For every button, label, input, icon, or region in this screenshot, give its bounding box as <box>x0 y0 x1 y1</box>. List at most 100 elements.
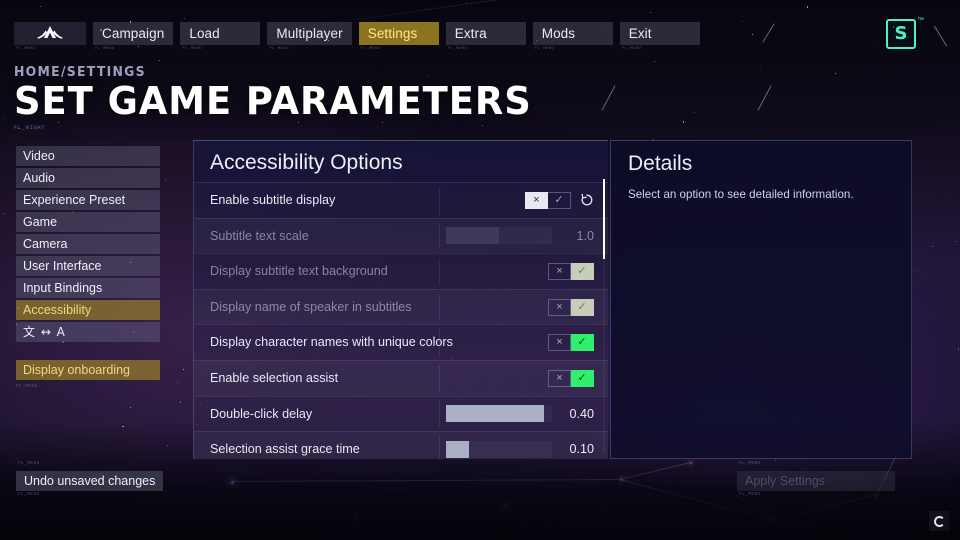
slider-double-click-delay[interactable] <box>446 405 552 423</box>
nav-item-multiplayer-tag: FL_MENU <box>269 47 289 51</box>
nav-item-mods[interactable]: Mods <box>532 22 613 45</box>
sidebar-item-accessibility[interactable]: Accessibility <box>16 300 160 320</box>
nav-item-extra-tag: FL_MENU <box>447 47 468 51</box>
reset-icon[interactable] <box>579 193 594 208</box>
slider-value: 0.40 <box>569 406 594 421</box>
row-divider-line <box>439 329 440 356</box>
sidebar-item-camera[interactable]: Camera <box>16 234 160 254</box>
option-row-display-subtitle-text-background[interactable]: Display subtitle text background × ✓ <box>194 253 608 289</box>
star-dot <box>806 6 809 8</box>
nav-item-exit-tag: FL_MENU <box>621 47 642 51</box>
option-row-enable-selection-assist[interactable]: Enable selection assist × ✓ <box>194 359 608 396</box>
slider-selection-assist-grace-time[interactable] <box>446 440 552 458</box>
toggle-display-subtitle-text-background[interactable]: × ✓ <box>548 262 594 280</box>
option-label: Enable subtitle display <box>210 193 336 207</box>
row-divider-line <box>439 222 440 250</box>
toggle-on-icon[interactable]: ✓ <box>548 191 571 209</box>
sidebar-item-game[interactable]: Game <box>16 212 160 232</box>
nav-item-exit-wrap: Exit FL_MENU <box>619 22 700 51</box>
toggle-off-icon[interactable]: × <box>548 262 571 280</box>
slider-subtitle-text-scale[interactable] <box>446 227 552 245</box>
option-row-enable-subtitle-display[interactable]: Enable subtitle display × ✓ <box>194 182 608 218</box>
toggle-on-icon[interactable]: ✓ <box>571 334 594 352</box>
loading-spinner-icon <box>929 511 949 531</box>
option-row-selection-assist-grace-time[interactable]: Selection assist grace time 0.10 <box>194 431 608 459</box>
toggle-off-icon[interactable]: × <box>548 369 571 387</box>
nav-item-extra-wrap: Extra FL_MENU <box>445 22 526 51</box>
toggle-on-icon[interactable]: ✓ <box>571 298 594 316</box>
options-scrollbar-thumb[interactable] <box>603 179 605 259</box>
option-label: Display name of speaker in subtitles <box>210 299 412 314</box>
undo-button-tag: FL_MENU <box>18 492 40 497</box>
sidebar-item-audio[interactable]: Audio <box>16 168 160 188</box>
star-dot <box>682 121 685 124</box>
option-row-display-name-of-speaker[interactable]: Display name of speaker in subtitles × ✓ <box>194 288 608 325</box>
nav-item-multiplayer-wrap: Multiplayer FL_MENU <box>267 22 352 51</box>
star-dot <box>449 52 451 54</box>
toggle-enable-subtitle-display[interactable]: × ✓ <box>525 191 571 209</box>
slider-value: 1.0 <box>576 228 594 243</box>
row-divider-line <box>439 436 440 459</box>
nav-item-settings-tag: FL_MENU <box>360 47 381 51</box>
toggle-enable-selection-assist[interactable]: × ✓ <box>548 369 594 387</box>
mountain-logo-icon <box>37 25 63 43</box>
nav-item-load[interactable]: Load <box>180 22 261 45</box>
row-divider-line <box>439 400 440 428</box>
star-dot <box>3 213 5 215</box>
row-divider-line <box>439 187 440 214</box>
star-dot <box>3 118 5 120</box>
star-dot <box>931 245 933 247</box>
option-row-display-character-names-unique-colors[interactable]: Display character names with unique colo… <box>194 324 608 360</box>
nav-item-load-tag: FL_MENU <box>182 47 202 51</box>
undo-unsaved-changes-button[interactable]: Undo unsaved changes FL_MENU FL_MENU <box>16 461 164 497</box>
sidebar-item-language-toggle[interactable]: 文 ↔ A <box>16 322 160 342</box>
star-dot <box>137 45 139 47</box>
nav-item-campaign[interactable]: Campaign <box>93 22 174 45</box>
toggle-display-character-names-unique-colors[interactable]: × ✓ <box>548 334 594 352</box>
details-panel-body: Select an option to see detailed informa… <box>628 188 854 201</box>
option-control: 0.40 <box>446 405 594 423</box>
options-scrollbar[interactable] <box>603 179 605 454</box>
toggle-on-icon[interactable]: ✓ <box>571 262 594 280</box>
option-label: Selection assist grace time <box>210 442 360 457</box>
toggle-display-name-of-speaker[interactable]: × ✓ <box>548 298 594 316</box>
undo-button-label: Undo unsaved changes <box>24 473 156 488</box>
nav-item-campaign-tag: FL_MENU <box>95 47 115 51</box>
toggle-on-icon[interactable]: ✓ <box>571 369 594 387</box>
toggle-off-icon[interactable]: × <box>548 334 571 352</box>
toggle-off-icon[interactable]: × <box>548 298 571 316</box>
nav-home-logo-button[interactable] <box>14 22 86 45</box>
option-label: Enable selection assist <box>210 370 339 385</box>
spinner-ring <box>933 515 945 527</box>
sidebar-item-display-onboarding[interactable]: Display onboarding <box>16 360 160 380</box>
sidebar-item-experience-preset[interactable]: Experience Preset <box>16 190 160 210</box>
nav-item-extra[interactable]: Extra <box>445 22 526 45</box>
option-control: 0.10 <box>446 440 594 458</box>
option-row-double-click-delay[interactable]: Double-click delay 0.40 <box>194 395 608 432</box>
star-dot <box>944 196 946 198</box>
option-row-subtitle-text-scale[interactable]: Subtitle text scale 1.0 <box>194 217 608 254</box>
accessibility-options-panel: Accessibility Options Enable subtitle di… <box>193 140 608 459</box>
apply-button-tag-top: FL_MENU <box>739 461 761 466</box>
option-control: × ✓ <box>548 262 594 280</box>
undo-button-tag-top: FL_MENU <box>18 461 40 466</box>
brand-badge: S ™ <box>886 17 924 49</box>
nav-item-exit[interactable]: Exit <box>619 22 700 45</box>
nav-item-multiplayer[interactable]: Multiplayer <box>267 22 352 45</box>
option-control: × ✓ <box>525 191 594 209</box>
star-dot <box>173 171 175 173</box>
sidebar-item-video[interactable]: Video <box>16 146 160 166</box>
row-divider-line <box>439 293 440 321</box>
apply-button-tag: FL_MENU <box>739 492 761 497</box>
details-panel: Details Select an option to see detailed… <box>610 140 912 459</box>
nav-item-mods-tag: FL_MENU <box>534 47 555 51</box>
apply-settings-button[interactable]: Apply Settings FL_MENU FL_MENU <box>737 461 895 497</box>
sidebar-item-user-interface[interactable]: User Interface <box>16 256 160 276</box>
nav-item-load-wrap: Load FL_MENU <box>180 22 261 51</box>
toggle-off-icon[interactable]: × <box>525 191 548 209</box>
nav-item-settings[interactable]: Settings <box>358 22 439 45</box>
sidebar-item-input-bindings[interactable]: Input Bindings <box>16 278 160 298</box>
nav-item-settings-wrap: Settings FL_MENU <box>358 22 439 51</box>
options-list: Enable subtitle display × ✓ Subtitle tex… <box>194 182 608 459</box>
options-panel-title: Accessibility Options <box>210 151 403 174</box>
